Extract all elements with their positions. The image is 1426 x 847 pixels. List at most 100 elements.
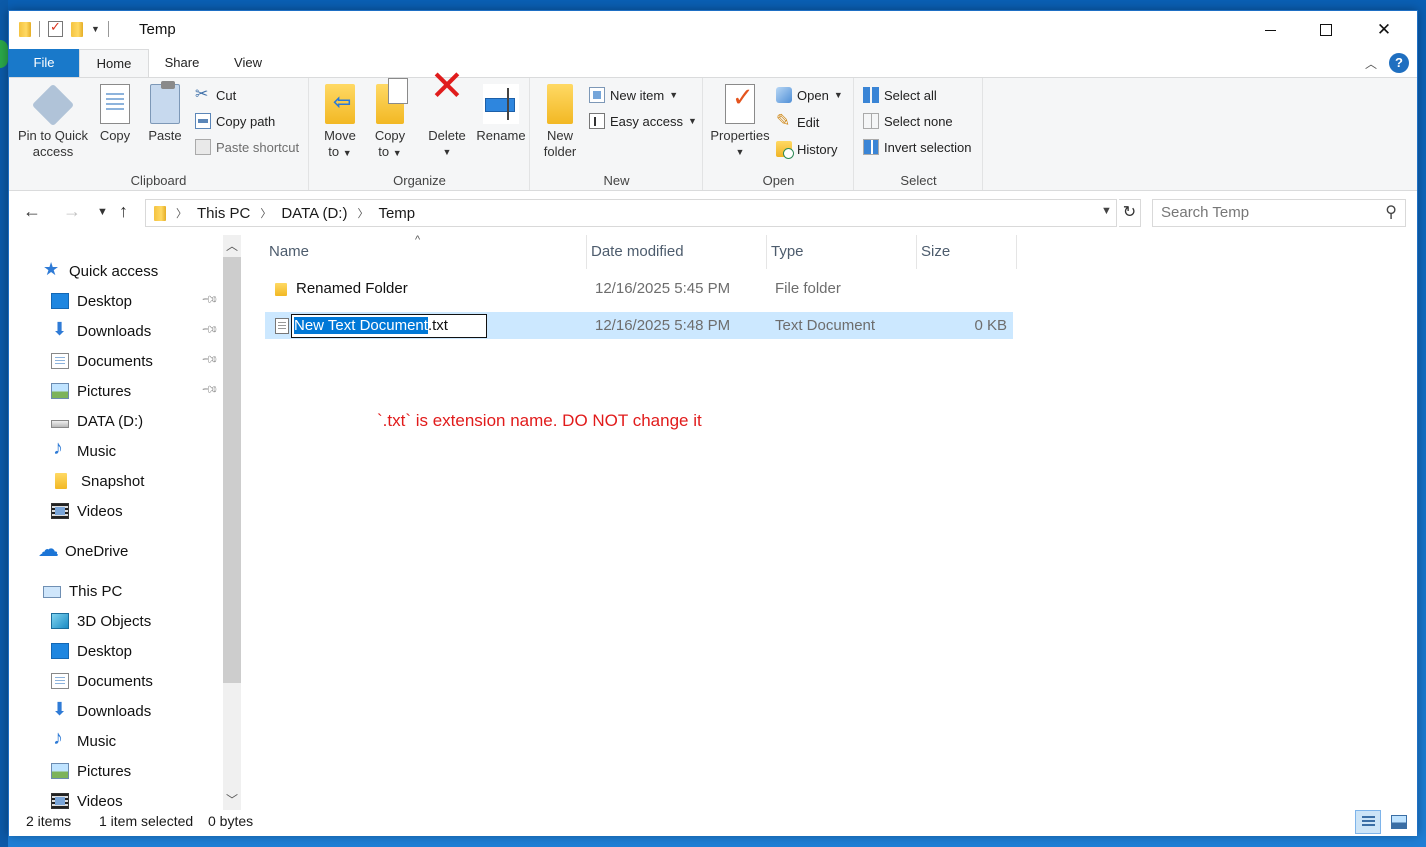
tab-file[interactable]: File xyxy=(9,49,79,77)
new-item-icon xyxy=(589,87,605,103)
properties-icon xyxy=(725,84,755,124)
easy-access-button[interactable]: Easy access ▼ xyxy=(589,110,697,132)
nav-pc-music[interactable]: Music xyxy=(51,727,116,754)
copy-to-button[interactable]: Copy to ▼ xyxy=(368,78,412,161)
select-none-button[interactable]: Select none xyxy=(863,110,953,132)
new-folder-icon[interactable] xyxy=(71,21,83,37)
pin-label-line1: Pin to Quick xyxy=(17,128,89,143)
address-history-button[interactable]: ▼ xyxy=(1101,205,1112,217)
paste-button[interactable]: Paste xyxy=(143,81,187,144)
copy-button[interactable]: Copy xyxy=(93,84,137,144)
new-item-button[interactable]: New item ▼ xyxy=(589,84,678,106)
title-bar: ▼ Temp ✕ xyxy=(9,11,1417,49)
tab-view[interactable]: View xyxy=(219,49,277,77)
nav-quick-snapshot[interactable]: Snapshot xyxy=(55,468,144,494)
file-row-new-text-document[interactable]: New Text Document.txt 12/16/2025 5:48 PM… xyxy=(265,312,1013,339)
select-all-button[interactable]: Select all xyxy=(863,84,937,106)
new-folder-label-line1: New xyxy=(546,128,573,143)
nav-scrollbar[interactable]: ︿ ﹀ xyxy=(223,235,241,810)
copy-label: Copy xyxy=(99,128,131,143)
file-date: 12/16/2025 5:45 PM xyxy=(595,280,731,297)
nav-quick-downloads[interactable]: Downloads xyxy=(51,318,151,344)
nav-pc-documents[interactable]: Documents xyxy=(51,668,153,694)
chevron-right-icon[interactable]: 〉 xyxy=(260,205,271,221)
pin-to-quick-access-button[interactable]: Pin to Quick access xyxy=(17,83,89,160)
nav-quick-pictures[interactable]: Pictures xyxy=(51,378,131,404)
nav-pc-pictures[interactable]: Pictures xyxy=(51,758,131,784)
breadcrumb-temp[interactable]: Temp xyxy=(378,205,415,222)
history-button[interactable]: History xyxy=(776,138,837,160)
rename-button[interactable]: Rename xyxy=(476,84,526,144)
help-button[interactable]: ? xyxy=(1389,53,1409,73)
nav-quick-documents[interactable]: Documents xyxy=(51,348,153,374)
select-all-label: Select all xyxy=(884,87,937,103)
file-row-renamed-folder[interactable]: Renamed Folder 12/16/2025 5:45 PM File f… xyxy=(265,275,1013,302)
large-icons-view-button[interactable] xyxy=(1385,810,1411,834)
recent-locations-button[interactable]: ▼ xyxy=(97,206,108,218)
delete-label: Delete xyxy=(428,128,466,143)
chevron-up-icon[interactable]: ︿ xyxy=(1365,55,1377,72)
nav-quick-music[interactable]: Music xyxy=(51,437,116,464)
nav-pc-3d-objects[interactable]: 3D Objects xyxy=(51,608,151,634)
nav-pc-desktop[interactable]: Desktop xyxy=(51,638,132,664)
desktop-icon xyxy=(51,643,69,659)
copy-path-button[interactable]: Copy path xyxy=(195,110,275,132)
address-bar[interactable]: 〉 This PC 〉 DATA (D:) 〉 Temp xyxy=(145,199,1117,227)
status-item-count: 2 items xyxy=(26,813,72,829)
desktop-background xyxy=(0,0,8,847)
search-input[interactable]: Search Temp ⚲ xyxy=(1152,199,1406,227)
nav-item-label: Documents xyxy=(77,352,153,370)
column-type[interactable]: Type xyxy=(767,235,917,269)
up-button[interactable]: ↑ xyxy=(119,201,128,222)
scroll-up-icon[interactable]: ︿ xyxy=(223,237,241,254)
copy-to-icon xyxy=(376,78,408,124)
refresh-button[interactable]: ↻ xyxy=(1119,199,1141,227)
rename-input[interactable]: New Text Document.txt xyxy=(291,314,487,338)
maximize-button[interactable] xyxy=(1297,11,1355,49)
chevron-right-icon[interactable]: 〉 xyxy=(357,205,368,221)
properties-button[interactable]: Properties ▼ xyxy=(708,84,772,160)
close-button[interactable]: ✕ xyxy=(1355,11,1413,49)
paste-shortcut-button[interactable]: Paste shortcut xyxy=(195,136,299,158)
chevron-down-icon[interactable]: ▼ xyxy=(91,24,100,34)
chevron-down-icon: ▼ xyxy=(687,116,697,126)
nav-quick-data-drive[interactable]: DATA (D:) xyxy=(51,408,143,434)
column-size[interactable]: Size xyxy=(917,235,1017,269)
minimize-button[interactable] xyxy=(1241,11,1299,49)
details-view-button[interactable] xyxy=(1355,810,1381,834)
properties-icon[interactable] xyxy=(48,19,63,37)
nav-quick-access[interactable]: Quick access xyxy=(43,258,158,284)
scroll-down-icon[interactable]: ﹀ xyxy=(223,791,241,808)
file-type: File folder xyxy=(775,280,841,297)
invert-selection-button[interactable]: Invert selection xyxy=(863,136,971,158)
open-button[interactable]: Open ▼ xyxy=(776,84,843,106)
new-folder-button[interactable]: New folder xyxy=(537,84,583,160)
breadcrumb-data-drive[interactable]: DATA (D:) xyxy=(281,205,347,222)
scrollbar-thumb[interactable] xyxy=(223,257,241,683)
column-date-modified[interactable]: Date modified xyxy=(587,235,767,269)
chevron-right-icon[interactable]: 〉 xyxy=(176,205,187,221)
toolbar-divider xyxy=(107,21,109,37)
forward-button[interactable]: → xyxy=(63,201,81,222)
cut-button[interactable]: Cut xyxy=(195,84,236,106)
breadcrumb-this-pc[interactable]: This PC xyxy=(197,205,250,222)
nav-quick-videos[interactable]: Videos xyxy=(51,498,123,524)
music-icon xyxy=(51,727,69,750)
back-button[interactable]: ← xyxy=(23,201,41,222)
clipboard-group-label: Clipboard xyxy=(130,173,187,188)
delete-button[interactable]: Delete ▼ xyxy=(422,78,472,160)
column-name[interactable]: Name ^ xyxy=(265,234,587,269)
nav-pc-downloads[interactable]: Downloads xyxy=(51,698,151,724)
move-label-line2: to ▼ xyxy=(318,144,362,161)
folder-icon xyxy=(55,473,67,489)
nav-quick-desktop[interactable]: Desktop xyxy=(51,288,132,314)
navigation-pane: Quick access Desktop 📌︎ Downloads 📌︎ Doc… xyxy=(9,235,245,810)
nav-this-pc[interactable]: This PC xyxy=(43,578,122,604)
nav-onedrive[interactable]: OneDrive xyxy=(38,537,128,564)
address-bar-row: ← → ▼ ↑ 〉 This PC 〉 DATA (D:) 〉 Temp ▼ ↻… xyxy=(9,193,1417,233)
edit-button[interactable]: Edit xyxy=(776,111,819,133)
tab-home[interactable]: Home xyxy=(79,49,149,77)
chevron-down-icon: ▼ xyxy=(392,148,402,158)
tab-share[interactable]: Share xyxy=(153,49,211,77)
move-to-button[interactable]: Move to ▼ xyxy=(318,84,362,161)
